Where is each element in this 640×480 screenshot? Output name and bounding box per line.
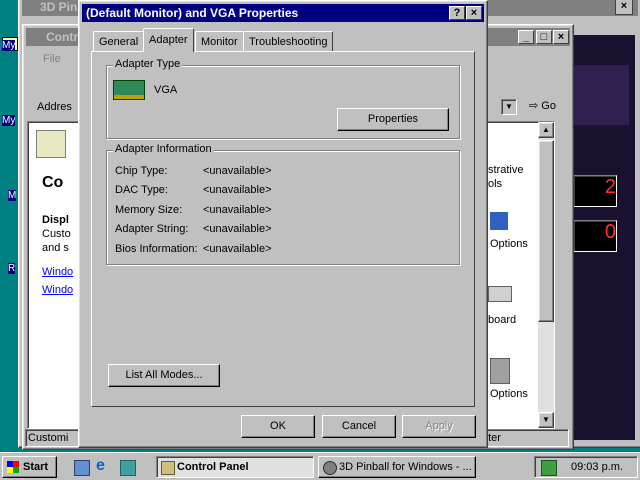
tray-network-icon[interactable] xyxy=(541,460,557,476)
clock[interactable]: 09:03 p.m. xyxy=(571,461,623,473)
adapter-string-value: <unavailable> xyxy=(203,223,272,235)
tab-troubleshooting-label: Troubleshooting xyxy=(249,36,328,48)
link-1[interactable]: Windo xyxy=(42,266,73,278)
display-adapter-icon xyxy=(113,80,145,100)
tab-general[interactable]: General xyxy=(93,31,145,51)
tab-general-label: General xyxy=(99,36,139,48)
internet-options-icon xyxy=(490,212,508,230)
item-options-label[interactable]: Options xyxy=(490,388,528,400)
pinball-score-box-1: 2 xyxy=(573,175,617,207)
list-all-modes-button[interactable]: List All Modes... xyxy=(108,364,220,387)
go-arrow-icon: ⇨ xyxy=(529,100,539,112)
keyboard-icon xyxy=(488,286,512,302)
item-internet-options-label[interactable]: Options xyxy=(490,238,528,250)
ok-label: OK xyxy=(270,420,286,432)
adapter-info-group: Adapter Information Chip Type: <unavaila… xyxy=(106,143,460,265)
pinball-playfield[interactable]: 2 0 xyxy=(569,35,635,440)
dac-type-label: DAC Type: xyxy=(115,184,168,196)
apply-label: Apply xyxy=(425,420,453,432)
tab-adapter-label: Adapter xyxy=(149,34,188,46)
left-desc-title: Displ xyxy=(42,214,69,226)
quick-launch-channels-icon[interactable] xyxy=(120,460,136,476)
options-icon xyxy=(490,358,510,384)
desktop-icon-label-2: My xyxy=(2,115,16,126)
link-2[interactable]: Windo xyxy=(42,284,73,296)
chip-type-value: <unavailable> xyxy=(203,165,272,177)
list-all-modes-label: List All Modes... xyxy=(125,369,203,381)
desktop-icon-label-3: M xyxy=(8,190,17,201)
adapter-string-label: Adapter String: xyxy=(115,223,189,235)
tab-monitor[interactable]: Monitor xyxy=(195,31,244,51)
ok-button[interactable]: OK xyxy=(241,415,315,438)
control-panel-heading-icon xyxy=(36,130,66,158)
chip-type-label: Chip Type: xyxy=(115,165,168,177)
control-panel-task-icon xyxy=(161,461,175,475)
system-tray: 09:03 p.m. xyxy=(534,456,638,478)
quick-launch-ie-icon[interactable]: e xyxy=(96,458,112,474)
cancel-button[interactable]: Cancel xyxy=(322,415,396,438)
apply-button[interactable]: Apply xyxy=(402,415,476,438)
adapter-info-group-label: Adapter Information xyxy=(113,143,214,155)
left-desc-1: Custo xyxy=(42,228,71,240)
bios-info-value: <unavailable> xyxy=(203,243,272,255)
menu-file[interactable]: File xyxy=(43,53,61,65)
scroll-up-button[interactable]: ▲ xyxy=(538,122,554,138)
minimize-button[interactable]: _ xyxy=(518,30,534,44)
pinball-score-digit-2: 0 xyxy=(604,221,616,243)
dialog-title: (Default Monitor) and VGA Properties xyxy=(86,6,299,20)
tab-monitor-label: Monitor xyxy=(201,36,238,48)
pinball-close-button[interactable]: × xyxy=(615,0,633,15)
pinball-art xyxy=(573,65,629,125)
left-heading: Co xyxy=(42,174,64,191)
pinball-score-digit-1: 2 xyxy=(604,176,616,198)
start-button[interactable]: Start xyxy=(2,456,57,478)
adapter-properties-button[interactable]: Properties xyxy=(337,108,449,131)
close-button[interactable]: × xyxy=(553,30,569,44)
pinball-score-box-2: 0 xyxy=(573,220,617,252)
adapter-type-group: Adapter Type VGA Properties xyxy=(106,58,460,139)
pinball-task-icon xyxy=(323,461,337,475)
adapter-type-group-label: Adapter Type xyxy=(113,58,183,70)
taskbar-task-2-label: 3D Pinball for Windows - ... xyxy=(339,461,472,473)
go-label: Go xyxy=(541,100,556,112)
address-label: Addres xyxy=(37,101,72,113)
taskbar-pinball[interactable]: 3D Pinball for Windows - ... xyxy=(318,456,476,478)
memory-size-value: <unavailable> xyxy=(203,204,272,216)
item-keyboard-label[interactable]: board xyxy=(488,314,516,326)
adapter-properties-label: Properties xyxy=(367,113,419,125)
left-desc-2: and s xyxy=(42,242,69,254)
address-dropdown-button[interactable]: ▼ xyxy=(501,99,517,115)
adapter-name: VGA xyxy=(154,84,178,96)
taskbar-task-1-label: Control Panel xyxy=(177,461,249,473)
scroll-down-button[interactable]: ▼ xyxy=(538,412,554,428)
properties-dialog[interactable]: (Default Monitor) and VGA Properties ? ×… xyxy=(78,0,488,448)
tab-troubleshooting[interactable]: Troubleshooting xyxy=(243,31,334,51)
desktop-icon-label-1: My xyxy=(2,40,16,51)
vertical-scrollbar[interactable]: ▲ ▼ xyxy=(538,122,554,428)
taskbar-control-panel[interactable]: Control Panel xyxy=(156,456,314,478)
maximize-button[interactable]: □ xyxy=(536,30,552,44)
help-button[interactable]: ? xyxy=(449,6,465,20)
item-admin-label[interactable]: strative xyxy=(488,164,523,176)
status-left-text: Customi xyxy=(28,432,69,444)
quick-launch-desktop-icon[interactable] xyxy=(74,460,90,476)
tab-page: Adapter Type VGA Properties Adapter Info… xyxy=(91,51,475,407)
go-button[interactable]: ⇨ Go xyxy=(529,99,556,112)
scroll-thumb[interactable] xyxy=(538,140,554,322)
bios-info-label: Bios Information: xyxy=(115,243,198,255)
dac-type-value: <unavailable> xyxy=(203,184,272,196)
memory-size-label: Memory Size: xyxy=(115,204,183,216)
cancel-label: Cancel xyxy=(341,420,377,432)
dialog-titlebar[interactable]: (Default Monitor) and VGA Properties ? × xyxy=(82,4,484,22)
tab-adapter[interactable]: Adapter xyxy=(143,28,194,52)
item-admin-label-2[interactable]: ols xyxy=(488,178,502,190)
windows-logo-icon xyxy=(7,461,19,473)
start-label: Start xyxy=(23,461,49,473)
desktop-icon-label-4: R xyxy=(8,263,16,274)
dialog-close-button[interactable]: × xyxy=(466,6,482,20)
